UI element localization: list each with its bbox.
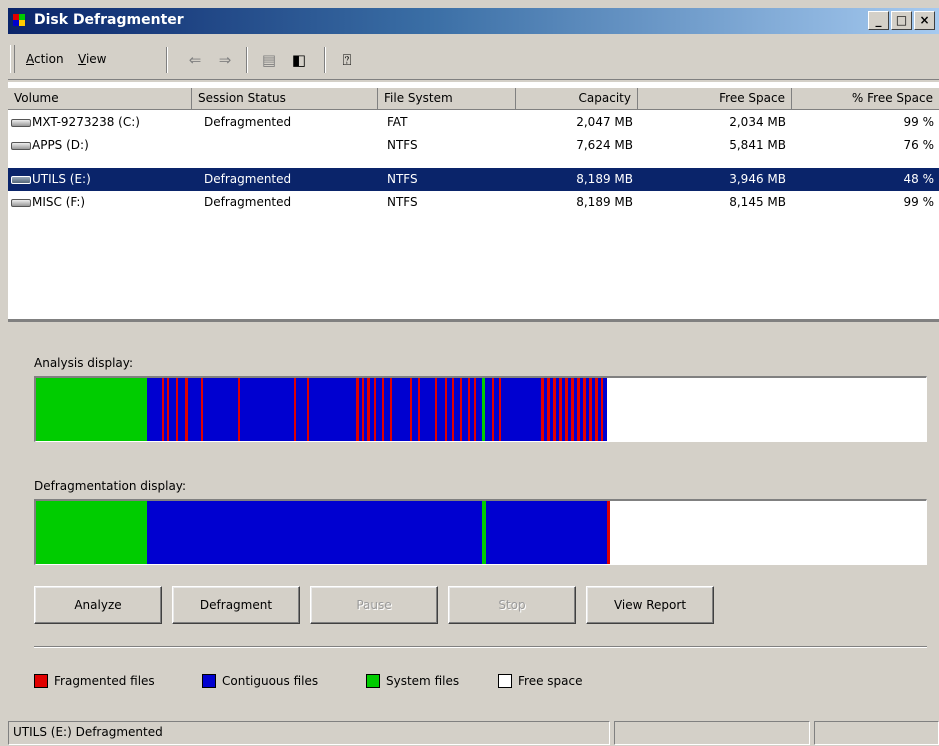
fragmented-swatch-icon <box>34 674 48 688</box>
pct-free-space: 48 % <box>903 172 935 186</box>
window-title: Disk Defragmenter <box>34 12 184 28</box>
column-header-session-status[interactable]: Session Status <box>192 88 378 110</box>
legend-label: Free space <box>518 674 583 688</box>
drive-icon <box>11 142 31 150</box>
system-files-block <box>36 378 147 441</box>
legend-fragmented: Fragmented files <box>34 674 155 688</box>
volume-row-selected[interactable]: UTILS (E:) Defragmented NTFS 8,189 MB 3,… <box>8 168 939 191</box>
close-button[interactable]: × <box>914 11 935 30</box>
system-files-stripe <box>482 378 485 441</box>
analyze-button[interactable]: Analyze <box>34 586 162 624</box>
contiguous-files-block <box>147 501 607 564</box>
view-report-button[interactable]: View Report <box>586 586 714 624</box>
file-system: NTFS <box>387 195 418 209</box>
menu-toolbar: Action View ⇐ ⇒ ▤ ◧ ⍰ <box>8 36 939 80</box>
column-header-pct-free[interactable]: % Free Space <box>792 88 939 110</box>
drive-icon <box>11 199 31 207</box>
fragmented-files-stripe <box>607 501 610 564</box>
volume-list[interactable]: Volume Session Status File System Capaci… <box>8 82 939 322</box>
volume-name: APPS (D:) <box>32 138 89 152</box>
defragmentation-display <box>34 499 927 565</box>
volume-name: MXT-9273238 (C:) <box>32 115 140 129</box>
properties-icon[interactable]: ▤ <box>258 50 280 70</box>
column-header-file-system[interactable]: File System <box>378 88 516 110</box>
system-files-block <box>36 501 147 564</box>
file-system: NTFS <box>387 138 418 152</box>
volume-row[interactable]: MXT-9273238 (C:) Defragmented FAT 2,047 … <box>8 111 939 134</box>
title-bar: Disk Defragmenter _ □ × <box>8 8 939 34</box>
drive-icon <box>11 119 31 127</box>
legend-label: System files <box>386 674 460 688</box>
status-pane-2 <box>614 721 810 745</box>
contiguous-swatch-icon <box>202 674 216 688</box>
drive-icon <box>11 176 31 184</box>
forward-arrow-icon[interactable]: ⇒ <box>214 50 236 70</box>
menu-action[interactable]: Action <box>26 52 64 66</box>
volume-row[interactable]: APPS (D:) NTFS 7,624 MB 5,841 MB 76 % <box>8 134 939 157</box>
capacity: 8,189 MB <box>576 172 633 186</box>
pct-free-space: 99 % <box>903 195 935 209</box>
free-swatch-icon <box>498 674 512 688</box>
minimize-button[interactable]: _ <box>868 11 889 30</box>
list-header: Volume Session Status File System Capaci… <box>8 88 939 110</box>
free-space: 3,946 MB <box>729 172 786 186</box>
file-system: NTFS <box>387 172 418 186</box>
session-status: Defragmented <box>204 172 292 186</box>
contiguous-files-block <box>147 378 607 441</box>
toolbar-separator <box>166 47 168 73</box>
legend-contiguous: Contiguous files <box>202 674 318 688</box>
free-space-block <box>607 378 926 441</box>
column-header-capacity[interactable]: Capacity <box>516 88 638 110</box>
stop-button[interactable]: Stop <box>448 586 576 624</box>
legend-free: Free space <box>498 674 582 688</box>
menu-view[interactable]: View <box>78 52 106 66</box>
volume-name: MISC (F:) <box>32 195 86 209</box>
analysis-display-label: Analysis display: <box>34 356 134 370</box>
volume-row[interactable]: MISC (F:) Defragmented NTFS 8,189 MB 8,1… <box>8 191 939 214</box>
status-text: UTILS (E:) Defragmented <box>8 721 610 745</box>
pause-button[interactable]: Pause <box>310 586 438 624</box>
session-status: Defragmented <box>204 115 292 129</box>
legend-label: Contiguous files <box>222 674 319 688</box>
legend-label: Fragmented files <box>54 674 155 688</box>
free-space: 8,145 MB <box>729 195 786 209</box>
defrag-display-label: Defragmentation display: <box>34 479 187 493</box>
toolbar-separator <box>324 47 326 73</box>
free-space-block <box>610 501 926 564</box>
free-space: 5,841 MB <box>729 138 786 152</box>
capacity: 7,624 MB <box>576 138 633 152</box>
pct-free-space: 76 % <box>903 138 935 152</box>
legend-separator <box>34 646 927 648</box>
toolbar-grip[interactable] <box>10 45 15 73</box>
file-system: FAT <box>387 115 408 129</box>
system-swatch-icon <box>366 674 380 688</box>
column-header-free-space[interactable]: Free Space <box>638 88 792 110</box>
pct-free-space: 99 % <box>903 115 935 129</box>
analysis-map <box>36 378 926 441</box>
maximize-button[interactable]: □ <box>891 11 912 30</box>
volume-name: UTILS (E:) <box>32 172 91 186</box>
status-bar: UTILS (E:) Defragmented <box>8 718 939 746</box>
help-icon[interactable]: ⍰ <box>336 50 358 70</box>
capacity: 2,047 MB <box>576 115 633 129</box>
show-hide-tree-icon[interactable]: ◧ <box>288 50 310 70</box>
legend-system: System files <box>366 674 459 688</box>
defrag-map <box>36 501 926 564</box>
analysis-display <box>34 376 927 442</box>
column-header-volume[interactable]: Volume <box>8 88 192 110</box>
capacity: 8,189 MB <box>576 195 633 209</box>
status-pane-3 <box>814 721 939 745</box>
toolbar-separator <box>246 47 248 73</box>
defragmenter-app-icon <box>13 14 25 26</box>
back-arrow-icon[interactable]: ⇐ <box>184 50 206 70</box>
defragment-button[interactable]: Defragment <box>172 586 300 624</box>
session-status: Defragmented <box>204 195 292 209</box>
free-space: 2,034 MB <box>729 115 786 129</box>
system-files-stripe <box>482 501 486 564</box>
